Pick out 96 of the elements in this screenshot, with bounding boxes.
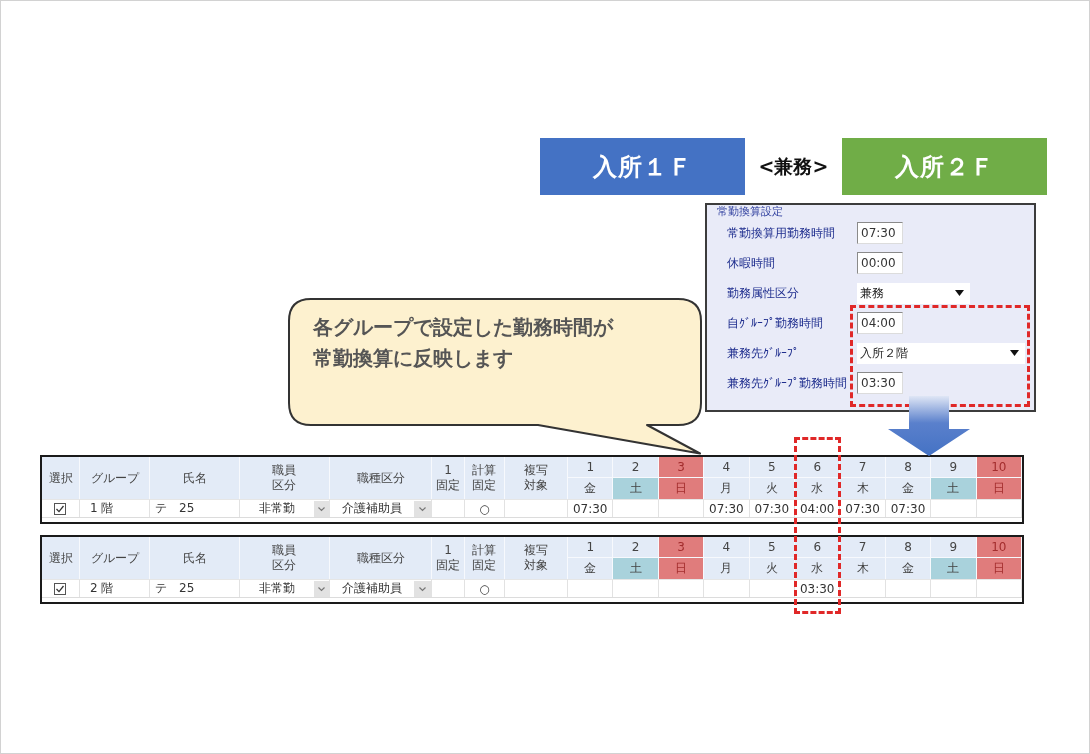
column-header: 複写対象 — [505, 537, 568, 579]
weekday-header: 金 — [885, 558, 932, 579]
weekday-header: 土 — [931, 478, 977, 499]
date-header: 10 — [976, 457, 1022, 478]
time-cell: 07:30 — [704, 499, 750, 517]
table-cell: テ 25 — [150, 499, 240, 517]
group-banner: 入所２Ｆ — [842, 138, 1047, 195]
date-header: 3 — [658, 537, 705, 558]
date-header: 10 — [976, 537, 1022, 558]
field-label: 勤務属性区分 — [727, 285, 799, 301]
time-input[interactable]: 04:00 — [857, 312, 903, 334]
date-header: 8 — [885, 457, 932, 478]
date-header: 2 — [613, 457, 659, 478]
column-header: グループ — [80, 457, 150, 499]
column-header: 職員区分 — [240, 537, 330, 579]
dropdown-field[interactable]: 介護補助員 — [330, 579, 432, 597]
time-cell: 07:30 — [749, 499, 795, 517]
callout-text: 各グループで設定した勤務時間が 常勤換算に反映します — [312, 314, 613, 372]
date-header: 7 — [840, 457, 886, 478]
date-header: 6 — [795, 537, 841, 558]
date-header: 5 — [749, 457, 795, 478]
time-input[interactable]: 07:30 — [857, 222, 903, 244]
select-field[interactable]: 入所２階 — [857, 342, 1025, 364]
chevron-down-icon[interactable] — [414, 580, 431, 597]
checkbox[interactable] — [54, 502, 66, 515]
weekday-header: 火 — [749, 558, 795, 579]
date-header: 4 — [704, 537, 750, 558]
dropdown-field[interactable]: 非常勤 — [240, 499, 330, 517]
panel-title: 常勤換算設定 — [716, 205, 783, 218]
weekday-header: 日 — [658, 558, 705, 579]
time-input[interactable]: 03:30 — [857, 372, 903, 394]
column-header: 職種区分 — [330, 537, 432, 579]
chevron-down-icon[interactable] — [414, 500, 431, 517]
weekday-header: 土 — [613, 478, 659, 499]
date-header: 6 — [795, 457, 841, 478]
weekday-header: 金 — [885, 478, 932, 499]
table-cell: 1 階 — [80, 499, 150, 517]
column-header: 選択 — [42, 537, 80, 579]
column-header: 計算固定 — [465, 457, 505, 499]
time-cell: 07:30 — [840, 499, 886, 517]
date-header: 3 — [658, 457, 705, 478]
column-header: 選択 — [42, 457, 80, 499]
weekday-header: 金 — [568, 478, 614, 499]
column-header: 計算固定 — [465, 537, 505, 579]
connector-label: <兼務> — [757, 153, 830, 179]
select-field[interactable]: 兼務 — [857, 282, 970, 304]
column-header: 職員区分 — [240, 457, 330, 499]
time-cell: 07:30 — [885, 499, 932, 517]
chevron-down-icon[interactable] — [314, 500, 329, 517]
weekday-header: 日 — [976, 558, 1022, 579]
time-input[interactable]: 00:00 — [857, 252, 903, 274]
weekday-header: 金 — [568, 558, 614, 579]
field-label: 常勤換算用勤務時間 — [727, 225, 835, 241]
date-header: 7 — [840, 537, 886, 558]
weekday-header: 土 — [931, 558, 977, 579]
time-cell: 07:30 — [568, 499, 614, 517]
column-header: 氏名 — [150, 457, 240, 499]
weekday-header: 月 — [704, 478, 750, 499]
date-header: 4 — [704, 457, 750, 478]
table-cell: テ 25 — [150, 579, 240, 597]
date-header: 9 — [931, 457, 977, 478]
dropdown-field[interactable]: 非常勤 — [240, 579, 330, 597]
column-header: 氏名 — [150, 537, 240, 579]
weekday-header: 火 — [749, 478, 795, 499]
weekday-header: 月 — [704, 558, 750, 579]
field-label: 自ｸﾞﾙｰﾌﾟ勤務時間 — [727, 315, 823, 331]
weekday-header: 木 — [840, 558, 886, 579]
table-cell: 2 階 — [80, 579, 150, 597]
weekday-header: 日 — [658, 478, 705, 499]
checkbox[interactable] — [54, 582, 66, 595]
weekday-header: 日 — [976, 478, 1022, 499]
column-header: 1 固定 — [432, 537, 465, 579]
date-header: 9 — [931, 537, 977, 558]
weekday-header: 木 — [840, 478, 886, 499]
column-header: 職種区分 — [330, 457, 432, 499]
caret-down-icon — [1010, 350, 1019, 356]
field-label: 兼務先ｸﾞﾙｰﾌﾟ — [727, 345, 799, 361]
column-header: グループ — [80, 537, 150, 579]
date-header: 2 — [613, 537, 659, 558]
column-header: 1 固定 — [432, 457, 465, 499]
weekday-header: 水 — [795, 558, 841, 579]
caret-down-icon — [955, 290, 964, 296]
weekday-header: 水 — [795, 478, 841, 499]
field-label: 休暇時間 — [727, 255, 775, 271]
weekday-header: 土 — [613, 558, 659, 579]
chevron-down-icon[interactable] — [314, 580, 329, 597]
field-label: 兼務先ｸﾞﾙｰﾌﾟ勤務時間 — [727, 375, 847, 391]
date-header: 1 — [568, 537, 614, 558]
dropdown-field[interactable]: 介護補助員 — [330, 499, 432, 517]
date-header: 8 — [885, 537, 932, 558]
table-cell: ○ — [465, 499, 505, 517]
date-header: 1 — [568, 457, 614, 478]
table-cell: ○ — [465, 579, 505, 597]
column-header: 複写対象 — [505, 457, 568, 499]
group-banner: 入所１Ｆ — [540, 138, 745, 195]
date-header: 5 — [749, 537, 795, 558]
